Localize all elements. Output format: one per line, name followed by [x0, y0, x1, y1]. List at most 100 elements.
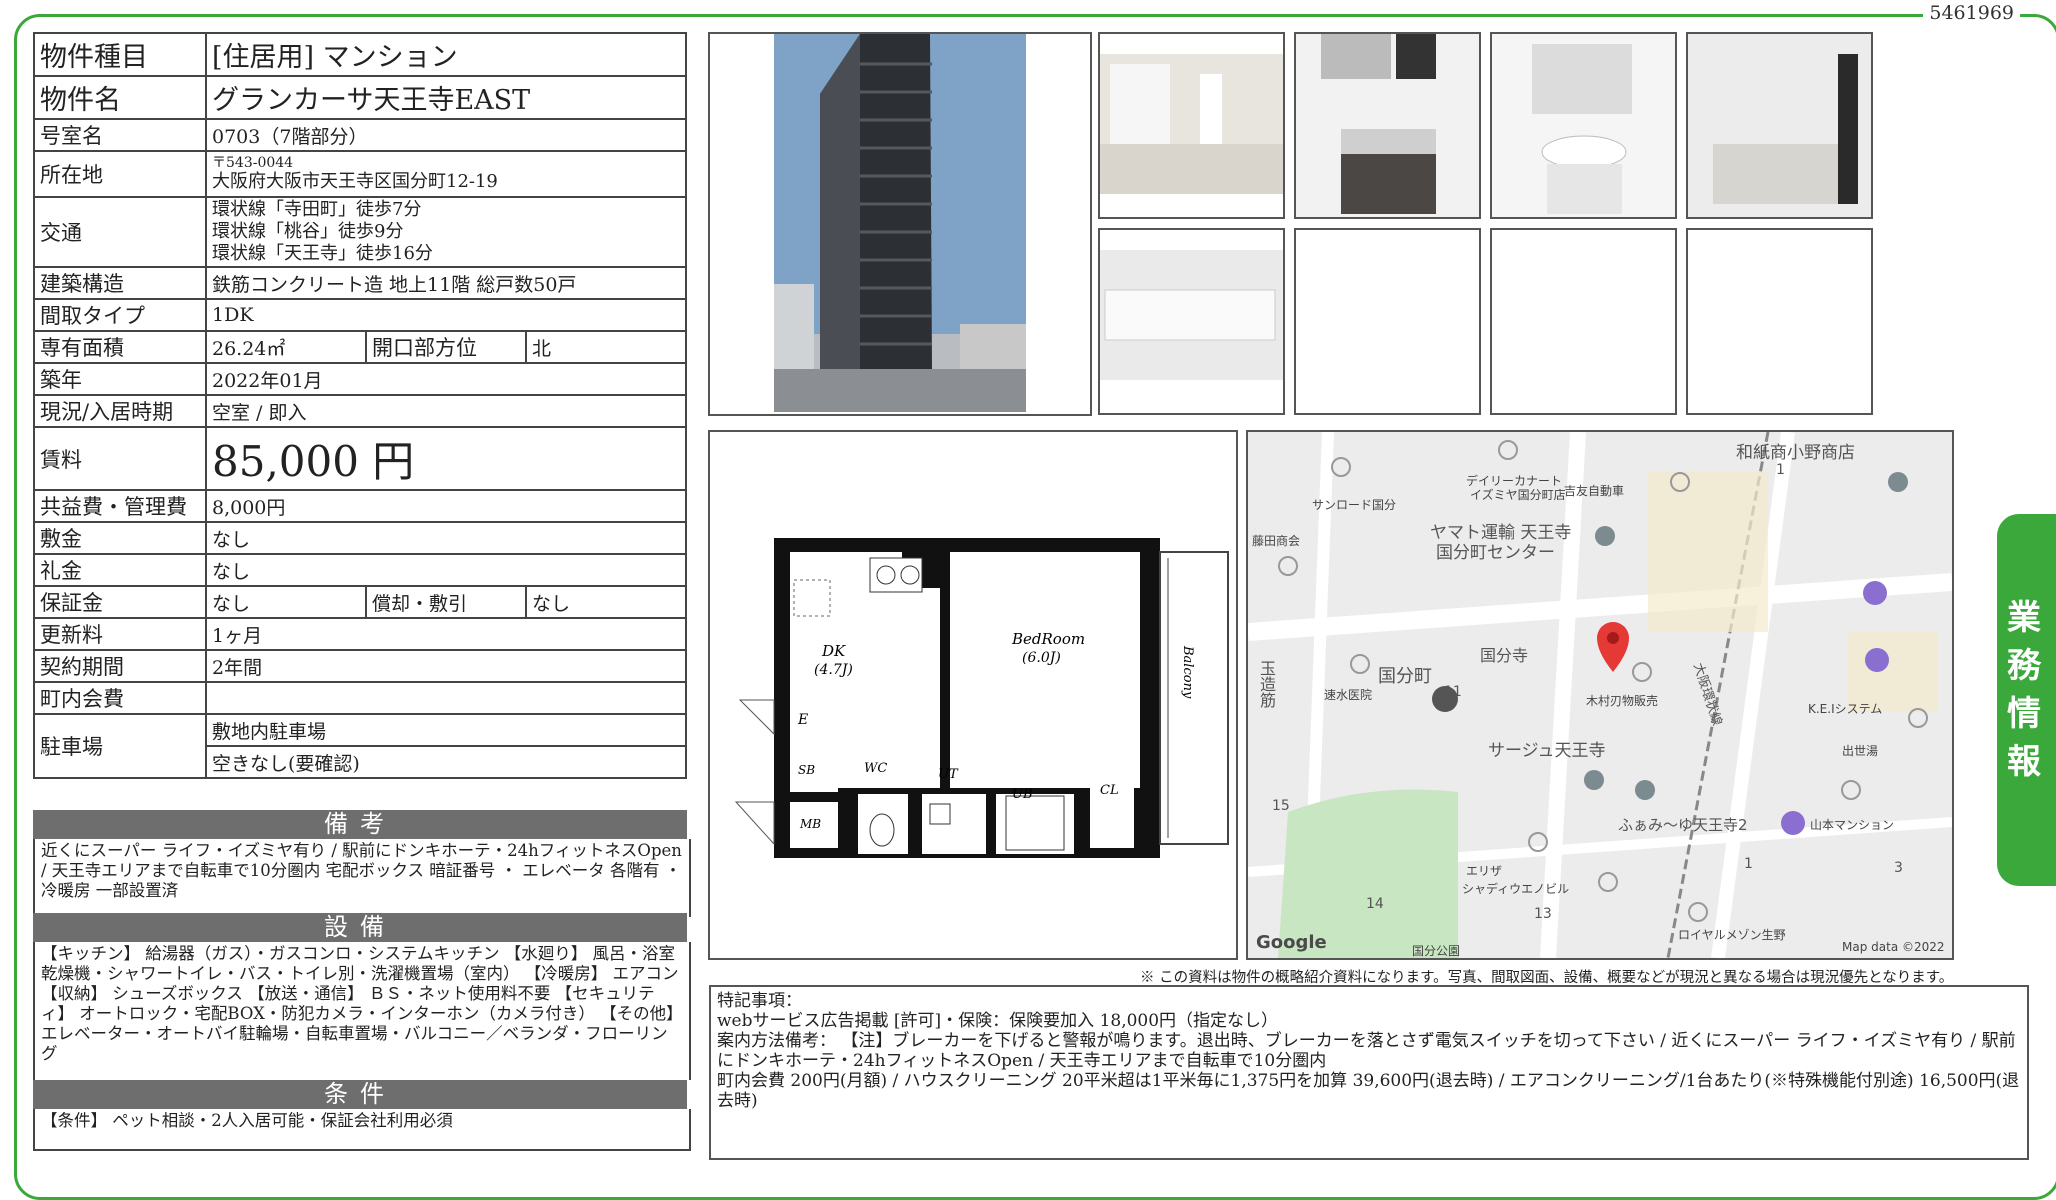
- room-entrance: E: [797, 712, 808, 728]
- floorplan-diagram[interactable]: DK (4.7J) BedRoom (6.0J) Balcony E SB WC…: [710, 432, 1236, 958]
- map-label: 吉友自動車: [1564, 484, 1625, 498]
- disclaimer-notice: ※ この資料は物件の概略紹介資料になります。写真、間取図面、設備、概要などが現況…: [1140, 970, 1954, 986]
- conditions-header: 条件: [33, 1080, 687, 1109]
- room-cl: CL: [1100, 783, 1119, 798]
- value-parking-1: 敷地内駐車場: [205, 713, 687, 747]
- equipment-text: 【キッチン】 給湯器（ガス）・ガスコンロ・システムキッチン 【水廻り】 風呂・浴…: [33, 942, 691, 1080]
- transport-line: 環状線「桃谷」徒歩9分: [212, 221, 404, 242]
- map-label: ふぁみ〜ゆ天王寺2: [1618, 816, 1748, 834]
- thumbnail-aircon[interactable]: [1098, 228, 1285, 415]
- map-label: K.E.Iシステム: [1808, 702, 1883, 716]
- map-label: 11: [1444, 684, 1462, 700]
- label-area: 専有面積: [33, 330, 207, 364]
- room-bedroom: BedRoom: [1011, 630, 1085, 648]
- sheet-id: 5461969: [1923, 2, 2020, 24]
- label-renewal: 更新料: [33, 617, 207, 651]
- label-layout: 間取タイプ: [33, 298, 207, 332]
- thumbnail-empty: [1686, 228, 1873, 415]
- label-room: 号室名: [33, 118, 207, 152]
- label-amortization: 償却・敷引: [365, 585, 527, 619]
- room-dk: DK: [821, 642, 846, 660]
- kitchen-photo: [1296, 34, 1479, 217]
- conditions-text: 【条件】 ペット相談・2人入居可能・保証会社利用必須: [33, 1109, 691, 1151]
- map-label: 13: [1534, 906, 1552, 922]
- room-ut: UT: [938, 767, 959, 782]
- postal-code: 〒543-0044: [212, 155, 294, 171]
- value-address: 〒543-0044 大阪府大阪市天王寺区国分町12-19: [205, 150, 687, 198]
- thumbnail-room[interactable]: [1098, 32, 1285, 219]
- label-type: 物件種目: [33, 32, 207, 77]
- value-fee: 8,000円: [205, 489, 687, 523]
- remarks-line: 町内会費 200円(月額) / ハウスクリーニング 20平米超は1平米毎に1,3…: [717, 1071, 2020, 1111]
- map-label: 14: [1366, 896, 1384, 912]
- room-photo: [1100, 54, 1283, 194]
- value-town-fee: [205, 681, 687, 715]
- map-label: サージュ天王寺: [1488, 741, 1606, 761]
- room-dk-size: (4.7J): [814, 662, 853, 678]
- map-attribution: Map data ©2022: [1842, 940, 1945, 954]
- thumbnail-empty: [1490, 228, 1677, 415]
- label-key-money: 礼金: [33, 553, 207, 587]
- map-label: 国分公園: [1412, 944, 1461, 958]
- room-balcony: Balcony: [1180, 645, 1195, 699]
- notes-header: 備考: [33, 810, 687, 839]
- washroom-photo: [1492, 34, 1675, 217]
- building-exterior-photo[interactable]: [710, 34, 1090, 414]
- notes-text: 近くにスーパー ライフ・イズミヤ有り / 駅前にドンキホーテ・24hフィットネス…: [33, 839, 691, 917]
- value-guarantee: なし: [205, 585, 367, 619]
- map-frame[interactable]: 和紙商小野商店 デイリーカナート イズミヤ国分町店 吉友自動車 サンロード国分 …: [1246, 430, 1954, 960]
- map-label: イズミヤ国分町店: [1470, 488, 1566, 502]
- label-contract: 契約期間: [33, 649, 207, 683]
- thumbnail-washroom[interactable]: [1490, 32, 1677, 219]
- label-transport: 交通: [33, 196, 207, 268]
- map-label: 1: [1776, 462, 1785, 478]
- address-text: 大阪府大阪市天王寺区国分町12-19: [212, 171, 498, 192]
- value-parking-2: 空きなし(要確認): [205, 745, 687, 779]
- label-parking: 駐車場: [33, 713, 207, 779]
- room-wc: WC: [864, 761, 887, 776]
- value-status: 空室 / 即入: [205, 394, 687, 428]
- label-rent: 賃料: [33, 426, 207, 491]
- map-label: 木村刃物販売: [1586, 694, 1659, 708]
- map-label: ロイヤルメゾン生野: [1678, 928, 1786, 942]
- map-label: 山本マンション: [1810, 818, 1895, 832]
- bathroom-photo: [1688, 34, 1871, 217]
- value-room: 0703（7階部分）: [205, 118, 687, 152]
- label-built: 築年: [33, 362, 207, 396]
- map-label: 1: [1744, 856, 1753, 872]
- label-guarantee: 保証金: [33, 585, 207, 619]
- value-type: [住居用] マンション: [205, 32, 687, 77]
- label-deposit: 敷金: [33, 521, 207, 555]
- map-label: 和紙商小野商店: [1736, 443, 1855, 463]
- value-contract: 2年間: [205, 649, 687, 683]
- google-logo: Google: [1256, 932, 1327, 953]
- label-fee: 共益費・管理費: [33, 489, 207, 523]
- value-layout: 1DK: [205, 298, 687, 332]
- thumbnail-kitchen[interactable]: [1294, 32, 1481, 219]
- map-label: 出世湯: [1842, 744, 1879, 758]
- map-label: 速水医院: [1324, 688, 1373, 702]
- value-rent: 85,000 円: [205, 426, 687, 491]
- value-direction: 北: [525, 330, 687, 364]
- value-amortization: なし: [525, 585, 687, 619]
- room-ub: UB: [1012, 787, 1033, 802]
- side-tab-label: 業務情報: [2007, 598, 2041, 782]
- thumbnail-bathroom[interactable]: [1686, 32, 1873, 219]
- special-remarks: 特記事項： webサービス広告掲載 [許可]・保険：保険要加入 18,000円（…: [709, 985, 2029, 1160]
- value-built: 2022年01月: [205, 362, 687, 396]
- transport-line: 環状線「寺田町」徒歩7分: [212, 199, 422, 220]
- aircon-photo: [1100, 230, 1283, 413]
- transport-line: 環状線「天王寺」徒歩16分: [212, 243, 433, 264]
- value-renewal: 1ヶ月: [205, 617, 687, 651]
- map-label: シャディウエノビル: [1462, 882, 1570, 896]
- value-key-money: なし: [205, 553, 687, 587]
- value-deposit: なし: [205, 521, 687, 555]
- label-structure: 建築構造: [33, 266, 207, 300]
- map-label: 15: [1272, 798, 1290, 814]
- map-label: 国分寺: [1480, 646, 1529, 665]
- map-label: サンロード国分: [1312, 498, 1397, 512]
- room-bedroom-size: (6.0J): [1022, 650, 1061, 666]
- map-label: 3: [1894, 860, 1903, 876]
- map-label: 国分町: [1378, 666, 1432, 687]
- label-status: 現況/入居時期: [33, 394, 207, 428]
